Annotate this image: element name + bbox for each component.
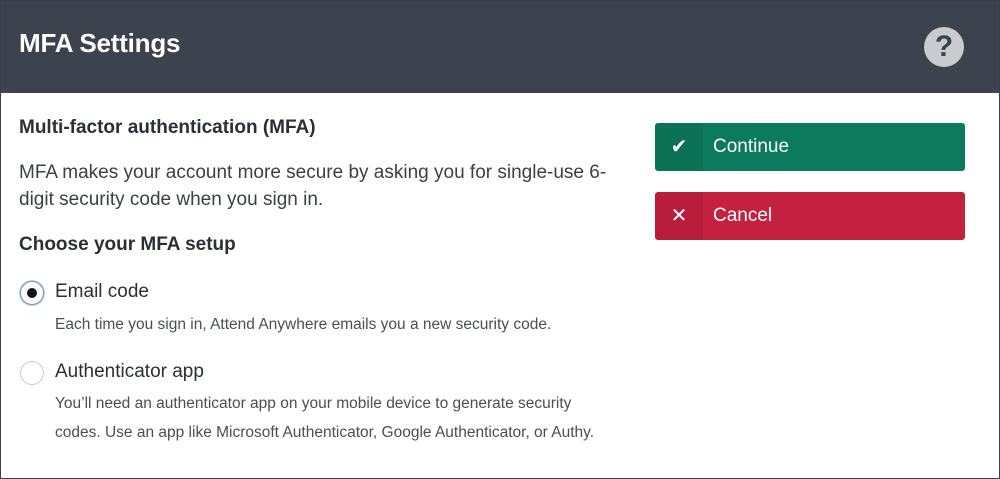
intro-text: MFA makes your account more secure by as… — [19, 162, 607, 210]
cancel-button-label: Cancel — [713, 205, 773, 226]
checkmark-icon: ✔ — [655, 123, 703, 171]
cancel-button[interactable]: ✕ Cancel — [655, 192, 965, 240]
radio-selected-dot — [27, 288, 37, 298]
mfa-settings-dialog: MFA Settings ? Multi-factor authenticati… — [0, 0, 1000, 479]
choose-setup-title: Choose your MFA setup — [19, 234, 236, 255]
authenticator-app-radio[interactable] — [20, 361, 44, 385]
continue-button[interactable]: ✔ Continue — [655, 123, 965, 171]
email-code-description: Each time you sign in, Attend Anywhere e… — [55, 316, 552, 333]
x-icon: ✕ — [655, 192, 703, 240]
authenticator-app-description: You’ll need an authenticator app on your… — [55, 395, 595, 441]
section-title: Multi-factor authentication (MFA) — [19, 117, 316, 138]
dialog-title: MFA Settings — [19, 28, 181, 58]
help-icon[interactable]: ? — [924, 27, 964, 67]
dialog-header: MFA Settings ? — [1, 1, 999, 93]
continue-button-label: Continue — [713, 136, 790, 157]
email-code-radio[interactable] — [20, 281, 44, 305]
email-code-label[interactable]: Email code — [55, 281, 149, 303]
authenticator-app-label[interactable]: Authenticator app — [55, 361, 204, 383]
